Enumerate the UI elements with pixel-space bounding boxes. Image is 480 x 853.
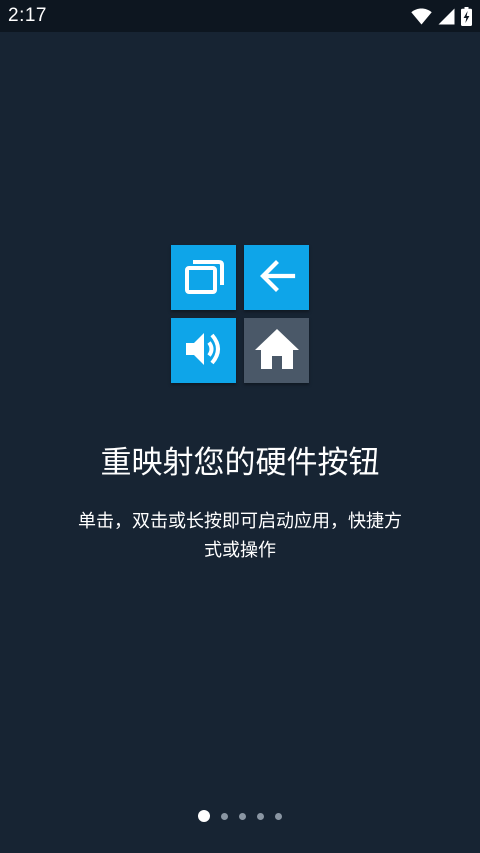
page-title: 重映射您的硬件按钮 xyxy=(100,445,380,481)
home-tile xyxy=(244,318,309,383)
wifi-icon xyxy=(411,7,432,25)
back-tile xyxy=(244,245,309,310)
page-dot-2[interactable] xyxy=(221,812,228,820)
back-arrow-icon xyxy=(251,250,303,306)
volume-tile xyxy=(171,318,236,383)
page-dot-1[interactable] xyxy=(198,810,210,822)
hardware-buttons-illustration xyxy=(171,245,309,383)
page-description: 单击，双击或长按即可启动应用，快捷方式或操作 xyxy=(78,511,402,561)
page-indicator xyxy=(0,808,480,824)
volume-icon xyxy=(178,323,230,379)
page-dot-5[interactable] xyxy=(275,812,282,820)
cell-signal-icon xyxy=(438,8,455,25)
battery-charging-icon xyxy=(461,6,472,26)
recents-tile xyxy=(171,245,236,310)
page-dot-4[interactable] xyxy=(257,812,264,820)
status-time: 2:17 xyxy=(8,5,47,26)
home-icon xyxy=(251,323,303,379)
recents-icon xyxy=(178,250,230,306)
status-bar: 2:17 xyxy=(0,0,480,32)
page-dot-3[interactable] xyxy=(239,812,246,820)
status-icons xyxy=(411,6,472,26)
